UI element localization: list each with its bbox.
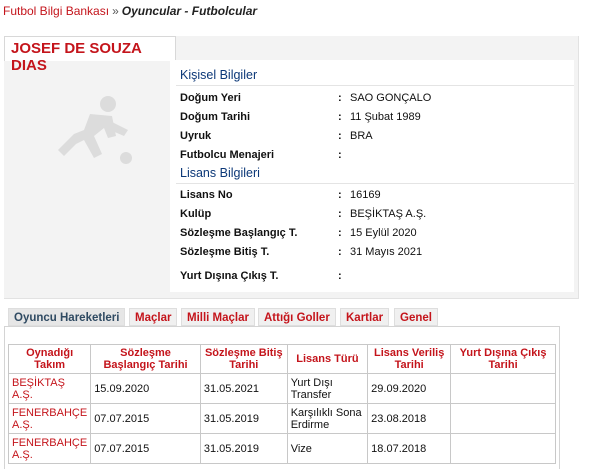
info-colon: : bbox=[338, 270, 342, 282]
table-cell: 29.09.2020 bbox=[367, 373, 452, 404]
info-label: Uyruk bbox=[180, 130, 212, 142]
club-link[interactable]: FENERBAHÇE A.Ş. bbox=[7, 433, 92, 464]
club-link[interactable]: BEŞİKTAŞ A.Ş. bbox=[7, 373, 92, 404]
info-value: BRA bbox=[350, 130, 373, 142]
column-header: Oynadığı Takım bbox=[7, 344, 92, 374]
table-row: BEŞİKTAŞ A.Ş. 15.09.2020 31.05.2021 Yurt… bbox=[7, 373, 556, 404]
table-cell: Karşılıklı Sona Erdirme bbox=[286, 403, 369, 434]
player-moves-table: Oynadığı Takım Sözleşme Başlangıç Tarihi… bbox=[7, 344, 556, 464]
table-cell: Vize bbox=[286, 433, 369, 464]
breadcrumb-home-link[interactable]: Futbol Bilgi Bankası bbox=[3, 4, 109, 18]
player-name: JOSEF DE SOUZA DIAS bbox=[11, 40, 142, 74]
tab-national-matches[interactable]: Milli Maçlar bbox=[181, 308, 255, 326]
info-colon: : bbox=[338, 130, 342, 142]
tab-bar: Oyuncu Hareketleri Maçlar Milli Maçlar A… bbox=[8, 308, 568, 328]
tab-matches[interactable]: Maçlar bbox=[129, 308, 178, 326]
info-row-agent: Futbolcu Menajeri : bbox=[180, 149, 572, 167]
table-cell: 18.07.2018 bbox=[367, 433, 452, 464]
table-row: FENERBAHÇE A.Ş. 07.07.2015 31.05.2019 Vi… bbox=[7, 433, 556, 464]
info-value: BEŞİKTAŞ A.Ş. bbox=[350, 208, 427, 220]
info-label: Doğum Tarihi bbox=[180, 111, 251, 123]
section-divider bbox=[176, 85, 574, 86]
tab-goals[interactable]: Attığı Goller bbox=[258, 308, 336, 326]
info-label: Futbolcu Menajeri bbox=[180, 149, 275, 161]
info-value: 15 Eylül 2020 bbox=[350, 227, 417, 239]
info-value: 31 Mayıs 2021 bbox=[350, 246, 423, 258]
table-cell: 31.05.2019 bbox=[199, 403, 288, 434]
club-link[interactable]: FENERBAHÇE A.Ş. bbox=[7, 403, 92, 434]
info-row-birthplace: Doğum Yeri : SAO GONÇALO bbox=[180, 92, 572, 110]
info-colon: : bbox=[338, 111, 342, 123]
table-header-row: Oynadığı Takım Sözleşme Başlangıç Tarihi… bbox=[7, 344, 556, 374]
column-header: Sözleşme Bitiş Tarihi bbox=[199, 344, 288, 374]
column-header: Lisans Veriliş Tarihi bbox=[367, 344, 452, 374]
breadcrumb-current: Oyuncular - Futbolcular bbox=[121, 4, 258, 18]
info-colon: : bbox=[338, 92, 342, 104]
info-row-contract-end: Sözleşme Bitiş T. : 31 Mayıs 2021 bbox=[180, 246, 572, 264]
info-row-abroad-exit: Yurt Dışına Çıkış T. : bbox=[180, 270, 572, 288]
player-info-panel: Kişisel Bilgiler Doğum Yeri : SAO GONÇAL… bbox=[170, 60, 574, 292]
info-label: Sözleşme Başlangıç T. bbox=[180, 227, 298, 239]
info-row-nationality: Uyruk : BRA bbox=[180, 130, 572, 148]
personal-info-title: Kişisel Bilgiler bbox=[180, 68, 258, 82]
table-cell bbox=[450, 433, 556, 464]
info-colon: : bbox=[338, 227, 342, 239]
player-silhouette-icon bbox=[58, 96, 132, 164]
table-cell: Yurt Dışı Transfer bbox=[286, 373, 369, 404]
info-colon: : bbox=[338, 189, 342, 201]
info-label: Yurt Dışına Çıkış T. bbox=[180, 270, 279, 282]
player-name-tab: JOSEF DE SOUZA DIAS bbox=[4, 36, 176, 74]
info-label: Lisans No bbox=[180, 189, 233, 201]
table-cell: 31.05.2019 bbox=[199, 433, 288, 464]
info-row-contract-start: Sözleşme Başlangıç T. : 15 Eylül 2020 bbox=[180, 227, 572, 245]
info-row-license-no: Lisans No : 16169 bbox=[180, 189, 572, 207]
column-header: Yurt Dışına Çıkış Tarihi bbox=[450, 344, 556, 374]
breadcrumb-separator: » bbox=[112, 4, 119, 18]
table-cell: 23.08.2018 bbox=[367, 403, 452, 434]
info-colon: : bbox=[338, 149, 342, 161]
info-row-birthdate: Doğum Tarihi : 11 Şubat 1989 bbox=[180, 111, 572, 129]
table-cell: 31.05.2021 bbox=[199, 373, 288, 404]
tab-cards[interactable]: Kartlar bbox=[340, 308, 390, 326]
info-value: 11 Şubat 1989 bbox=[350, 111, 421, 123]
table-cell: 07.07.2015 bbox=[90, 403, 201, 434]
info-label: Doğum Yeri bbox=[180, 92, 241, 104]
column-header: Lisans Türü bbox=[286, 344, 369, 374]
section-divider bbox=[176, 183, 574, 184]
tab-general[interactable]: Genel bbox=[394, 308, 438, 326]
table-cell bbox=[450, 373, 556, 404]
info-colon: : bbox=[338, 246, 342, 258]
table-row: FENERBAHÇE A.Ş. 07.07.2015 31.05.2019 Ka… bbox=[7, 403, 556, 434]
table-cell: 07.07.2015 bbox=[90, 433, 201, 464]
info-row-club: Kulüp : BEŞİKTAŞ A.Ş. bbox=[180, 208, 572, 226]
info-value: SAO GONÇALO bbox=[350, 92, 432, 104]
info-value: 16169 bbox=[350, 189, 381, 201]
info-colon: : bbox=[338, 208, 342, 220]
table-cell: 15.09.2020 bbox=[90, 373, 201, 404]
breadcrumb: Futbol Bilgi Bankası» Oyuncular - Futbolc… bbox=[3, 4, 257, 18]
license-info-title: Lisans Bilgileri bbox=[180, 166, 260, 180]
info-label: Sözleşme Bitiş T. bbox=[180, 246, 270, 258]
table-cell bbox=[450, 403, 556, 434]
tab-player-moves[interactable]: Oyuncu Hareketleri bbox=[8, 308, 126, 326]
column-header: Sözleşme Başlangıç Tarihi bbox=[90, 344, 201, 374]
info-label: Kulüp bbox=[180, 208, 212, 220]
